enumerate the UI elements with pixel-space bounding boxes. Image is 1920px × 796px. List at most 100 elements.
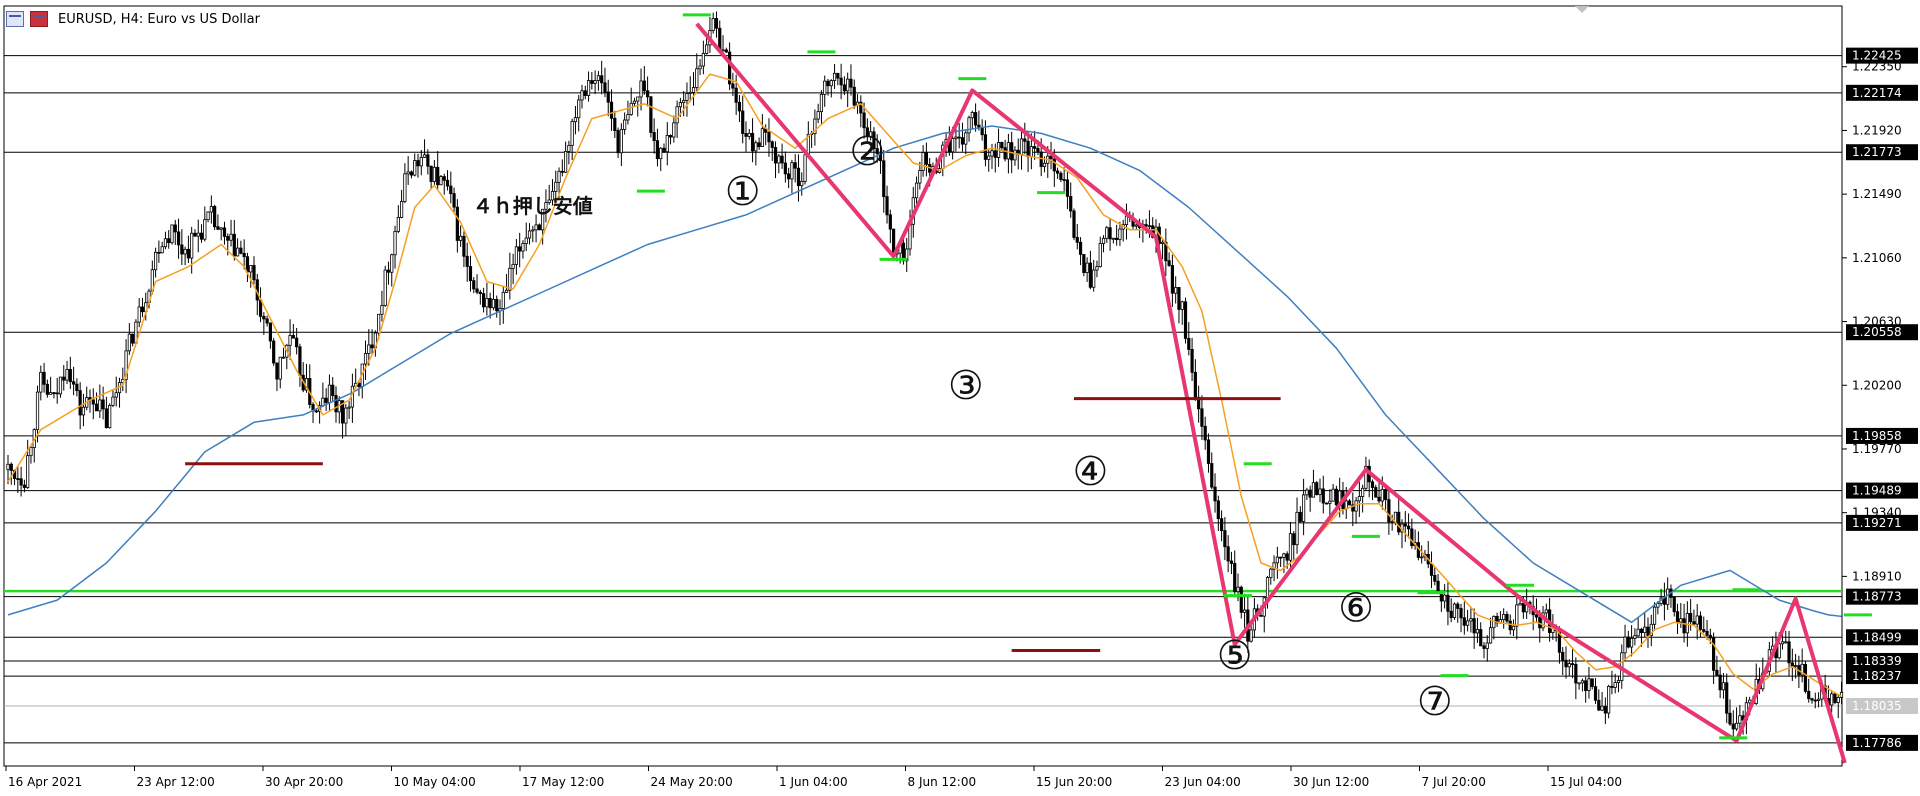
candle <box>1567 659 1571 677</box>
candle <box>1502 608 1506 629</box>
candle-body-bear <box>892 228 896 254</box>
candle-body-bear <box>1347 500 1352 506</box>
candle-body-bear <box>1315 482 1319 496</box>
candle-body-bear <box>1036 147 1040 153</box>
candle-body-bull <box>1174 287 1178 294</box>
candle-body-bull <box>485 298 489 308</box>
candle <box>222 221 227 245</box>
candle <box>1511 619 1516 636</box>
candle <box>153 247 158 278</box>
candle-body-bear <box>1787 641 1791 664</box>
candle-body-bear <box>462 235 466 257</box>
candle <box>1013 146 1017 166</box>
candle-body-bull <box>1633 635 1637 639</box>
candle <box>68 356 72 389</box>
candle-body-bear <box>1790 662 1794 667</box>
candle <box>964 129 968 155</box>
candle-body-bear <box>1459 608 1463 619</box>
bid-price-label: 1.18035 <box>1852 699 1902 713</box>
candle <box>32 428 36 463</box>
candle <box>26 439 30 489</box>
price-chart[interactable]: ①②③④⑤⑥⑦４ｈ押し安値1.223501.219201.214901.2106… <box>0 0 1920 796</box>
candle <box>176 218 181 259</box>
candle <box>1731 710 1735 737</box>
candle-body-bull <box>1695 615 1699 625</box>
candle-body-bull <box>1042 162 1047 167</box>
y-tick-label: 1.21060 <box>1852 251 1902 265</box>
candle-body-bear <box>734 87 738 103</box>
candle <box>1000 141 1004 151</box>
candle-body-bull <box>921 152 925 171</box>
candle-body-bear <box>52 392 56 395</box>
candle-body-bear <box>1390 521 1394 524</box>
candle-body-bull <box>1328 500 1332 504</box>
candle <box>586 71 591 102</box>
price-level-label: 1.19489 <box>1852 484 1902 498</box>
candle-body-bear <box>426 154 430 167</box>
candle-body-bear <box>787 173 791 180</box>
candle-body-bear <box>176 231 181 246</box>
candle <box>508 252 512 300</box>
candle-body-bear <box>1010 142 1014 161</box>
candle-body-bear <box>216 226 220 230</box>
candle-body-bull <box>531 229 535 232</box>
candle <box>685 82 689 117</box>
candle-body-bull <box>698 65 702 70</box>
candle-body-bull <box>393 230 397 256</box>
candle-body-bull <box>1092 269 1096 288</box>
candle-body-bear <box>1167 260 1171 266</box>
candle-body-bull <box>1331 488 1335 502</box>
candle-body-bear <box>232 233 236 257</box>
candle <box>1479 622 1483 647</box>
candle <box>219 227 223 241</box>
candle <box>1098 236 1102 268</box>
candle <box>235 238 240 257</box>
candle-body-bull <box>685 93 689 101</box>
candle <box>432 160 437 186</box>
candle-body-bull <box>1311 482 1316 498</box>
candle-body-bear <box>1439 592 1443 602</box>
candle-body-bear <box>445 179 450 187</box>
candle-body-bull <box>1288 533 1293 561</box>
candle-body-bear <box>957 136 961 139</box>
candle-body-bull <box>1013 149 1017 161</box>
candle-body-bear <box>1190 349 1194 373</box>
candle <box>1459 603 1463 633</box>
candle-body-bear <box>222 227 227 237</box>
candle-body-bull <box>1098 243 1102 268</box>
candle <box>393 225 397 269</box>
candle <box>918 161 922 190</box>
candle <box>160 241 164 254</box>
candle-body-bull <box>1475 629 1480 634</box>
price-level-label: 1.18339 <box>1852 654 1902 668</box>
candle <box>708 16 712 53</box>
candle <box>439 174 443 186</box>
candle <box>649 95 653 138</box>
candle-body-bull <box>527 230 532 239</box>
candle-body-bear <box>1039 151 1043 167</box>
candle-body-bear <box>1570 663 1575 666</box>
candle <box>1347 498 1352 506</box>
candle-body-bear <box>1144 224 1148 227</box>
candle-body-bull <box>754 142 758 152</box>
candle <box>616 127 620 159</box>
candle-body-bear <box>1479 629 1483 647</box>
candle-body-bull <box>235 247 240 257</box>
candle <box>767 118 771 157</box>
candle <box>1354 497 1358 524</box>
candle-body-bull <box>419 156 423 167</box>
candle-body-bear <box>193 232 197 237</box>
candle-body-bear <box>268 322 273 342</box>
candle <box>1082 254 1086 277</box>
candle-body-bear <box>1813 699 1817 702</box>
candle-body-bull <box>49 392 53 395</box>
candle <box>974 103 978 132</box>
candle <box>111 390 115 408</box>
candle <box>1485 635 1489 662</box>
candle <box>344 404 348 436</box>
candle-body-bear <box>1206 439 1211 464</box>
candle-body-bear <box>960 137 965 145</box>
candle <box>1279 556 1283 567</box>
candle-body-bull <box>396 217 400 232</box>
candle-body-bear <box>370 344 374 349</box>
